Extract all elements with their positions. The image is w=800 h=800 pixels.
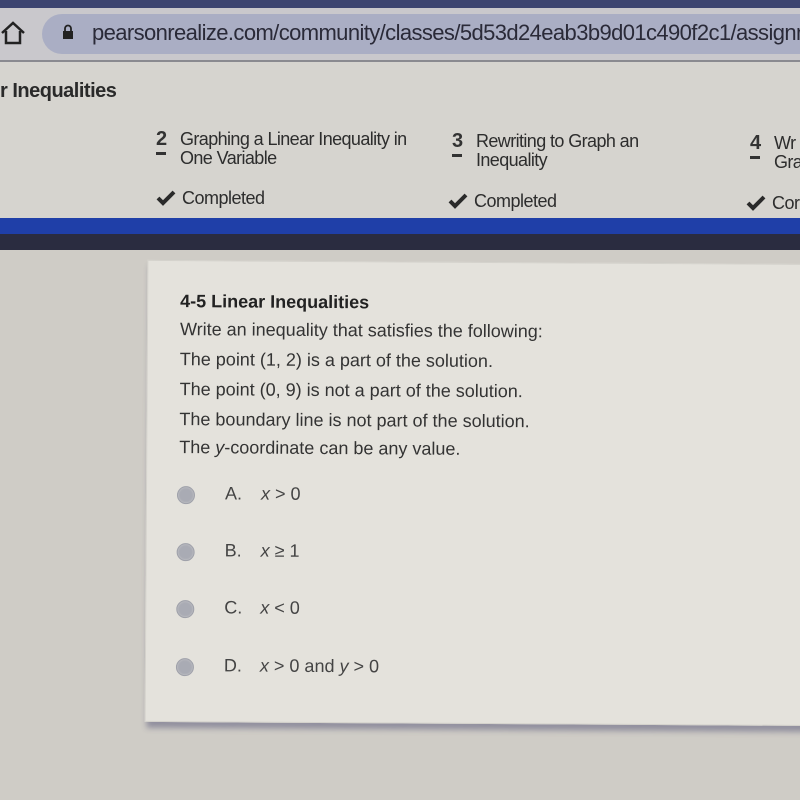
radio-button[interactable] xyxy=(176,543,195,562)
step-status: Completed xyxy=(448,191,557,212)
text: The xyxy=(179,437,216,458)
step-label[interactable]: Wr Gra xyxy=(774,134,800,172)
step-dash xyxy=(452,154,462,157)
step-status-text: Cor xyxy=(772,193,800,213)
step-label-line2: One Variable xyxy=(180,148,277,168)
radio-button[interactable] xyxy=(176,486,196,505)
radio-button[interactable] xyxy=(176,600,195,619)
question-line: The boundary line is not part of the sol… xyxy=(179,409,530,432)
check-icon xyxy=(156,190,176,206)
lock-icon xyxy=(63,24,73,39)
question-line: Write an inequality that satisfies the f… xyxy=(179,319,543,342)
question-title: 4-5 Linear Inequalities xyxy=(180,291,370,313)
step-label-line1: Wr xyxy=(774,133,796,153)
check-icon xyxy=(746,195,766,211)
step-label[interactable]: Graphing a Linear Inequality in One Vari… xyxy=(180,130,407,168)
step-number: 2 xyxy=(156,128,168,150)
check-icon xyxy=(448,193,468,209)
option-text: x > 0 and y > 0 xyxy=(259,655,380,677)
option-text: x ≥ 1 xyxy=(260,540,300,561)
variable: y xyxy=(215,437,225,458)
step-status: Cor xyxy=(746,193,800,214)
step-label[interactable]: Rewriting to Graph an Inequality xyxy=(476,132,639,170)
option-letter: A. xyxy=(224,483,243,504)
option-letter: C. xyxy=(224,597,243,618)
step-label-line2: Gra xyxy=(774,152,800,172)
step-label-line2: Inequality xyxy=(476,150,548,170)
page-title: r Inequalities xyxy=(0,80,117,102)
option-letter: B. xyxy=(224,540,242,561)
option-text: x < 0 xyxy=(260,597,300,618)
step-status: Completed xyxy=(156,188,265,209)
browser-top-strip xyxy=(0,0,800,8)
question-line: The point (0, 9) is not a part of the so… xyxy=(179,379,523,402)
step-label-line1: Graphing a Linear Inequality in xyxy=(180,129,407,149)
step-dash xyxy=(750,156,760,159)
toolbar-strip xyxy=(0,234,800,250)
url-text[interactable]: pearsonrealize.com/community/classes/5d5… xyxy=(92,20,800,46)
step-number: 3 xyxy=(452,130,464,152)
text: -coordinate can be any value. xyxy=(224,437,461,459)
radio-button[interactable] xyxy=(175,658,194,677)
step-status-text: Completed xyxy=(474,191,557,211)
question-card: 4-5 Linear Inequalities Write an inequal… xyxy=(144,259,800,727)
step-label-line1: Rewriting to Graph an xyxy=(476,131,639,151)
step-dash xyxy=(156,152,166,155)
home-icon[interactable] xyxy=(0,20,26,46)
question-line: The point (1, 2) is a part of the soluti… xyxy=(179,349,494,372)
step-number: 4 xyxy=(750,132,762,154)
option-letter: D. xyxy=(223,655,243,676)
step-status-text: Completed xyxy=(182,188,265,208)
option-text: x > 0 xyxy=(260,483,301,504)
question-line: The y-coordinate can be any value. xyxy=(179,437,460,460)
progress-bar xyxy=(0,218,800,234)
